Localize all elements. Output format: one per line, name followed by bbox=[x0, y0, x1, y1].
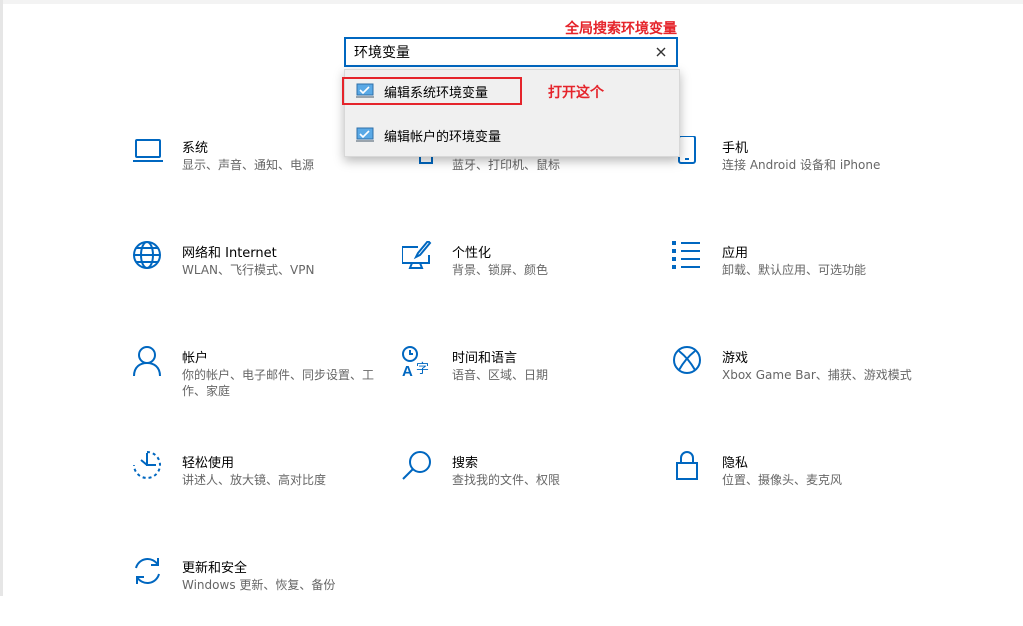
lock-icon bbox=[672, 451, 704, 483]
category-update-security[interactable]: 更新和安全 Windows 更新、恢复、备份 bbox=[132, 556, 382, 626]
close-icon[interactable] bbox=[652, 43, 670, 61]
category-title: 网络和 Internet bbox=[182, 246, 277, 261]
category-description: Xbox Game Bar、捕获、游戏模式 bbox=[722, 368, 912, 382]
category-title: 隐私 bbox=[722, 456, 749, 471]
category-title: 更新和安全 bbox=[182, 561, 248, 576]
category-description: 语音、区域、日期 bbox=[452, 368, 549, 382]
category-description: 背景、锁屏、颜色 bbox=[452, 263, 549, 277]
category-title: 个性化 bbox=[452, 246, 492, 261]
category-privacy[interactable]: 隐私 位置、摄像头、麦克风 bbox=[672, 451, 922, 521]
sync-icon bbox=[132, 556, 164, 588]
category-gaming[interactable]: 游戏 Xbox Game Bar、捕获、游戏模式 bbox=[672, 346, 922, 416]
category-description: Windows 更新、恢复、备份 bbox=[182, 578, 336, 592]
search-icon bbox=[402, 451, 434, 483]
search-result-edit-account-env[interactable]: 编辑帐户的环境变量 bbox=[345, 115, 679, 155]
category-accounts[interactable]: 帐户 你的帐户、电子邮件、同步设置、工作、家庭 bbox=[132, 346, 382, 416]
category-title: 时间和语言 bbox=[452, 351, 518, 366]
highlight-box bbox=[342, 77, 522, 105]
category-description: 蓝牙、打印机、鼠标 bbox=[452, 158, 561, 172]
category-description: 连接 Android 设备和 iPhone bbox=[722, 158, 881, 172]
category-description: 位置、摄像头、麦克风 bbox=[722, 473, 843, 487]
category-title: 搜索 bbox=[452, 456, 479, 471]
category-description: 卸载、默认应用、可选功能 bbox=[722, 263, 867, 277]
category-description: 查找我的文件、权限 bbox=[452, 473, 561, 487]
category-title: 游戏 bbox=[722, 351, 749, 366]
category-phone[interactable]: 手机 连接 Android 设备和 iPhone bbox=[672, 136, 922, 206]
annotation-open-this: 打开这个 bbox=[548, 85, 604, 101]
category-time-language[interactable]: A字 时间和语言 语音、区域、日期 bbox=[402, 346, 652, 416]
apps-list-icon bbox=[672, 241, 704, 273]
category-description: 你的帐户、电子邮件、同步设置、工作、家庭 bbox=[182, 368, 375, 398]
time-language-icon: A字 bbox=[402, 346, 434, 378]
svg-text:A: A bbox=[402, 363, 413, 378]
category-ease-of-access[interactable]: 轻松使用 讲述人、放大镜、高对比度 bbox=[132, 451, 382, 521]
category-description: 显示、声音、通知、电源 bbox=[182, 158, 315, 172]
personalization-icon bbox=[402, 241, 434, 273]
category-title: 轻松使用 bbox=[182, 456, 235, 471]
category-search[interactable]: 搜索 查找我的文件、权限 bbox=[402, 451, 652, 521]
globe-icon bbox=[132, 241, 164, 273]
ease-of-access-icon bbox=[132, 451, 164, 483]
control-panel-icon bbox=[356, 127, 374, 143]
category-title: 帐户 bbox=[182, 351, 209, 366]
svg-text:字: 字 bbox=[416, 362, 429, 377]
xbox-icon bbox=[672, 346, 704, 378]
category-network[interactable]: 网络和 Internet WLAN、飞行模式、VPN bbox=[132, 241, 382, 311]
category-title: 手机 bbox=[722, 141, 749, 156]
category-apps[interactable]: 应用 卸载、默认应用、可选功能 bbox=[672, 241, 922, 311]
category-title: 应用 bbox=[722, 246, 749, 261]
category-title: 系统 bbox=[182, 141, 209, 156]
search-result-label: 编辑帐户的环境变量 bbox=[384, 130, 502, 145]
category-personalization[interactable]: 个性化 背景、锁屏、颜色 bbox=[402, 241, 652, 311]
annotation-global-search: 全局搜索环境变量 bbox=[565, 21, 677, 37]
category-description: WLAN、飞行模式、VPN bbox=[182, 263, 315, 277]
window-top-edge bbox=[0, 0, 1023, 4]
window-left-edge bbox=[0, 0, 3, 596]
search-input[interactable] bbox=[354, 41, 644, 63]
settings-search-box[interactable] bbox=[344, 37, 678, 67]
person-icon bbox=[132, 346, 164, 378]
category-description: 讲述人、放大镜、高对比度 bbox=[182, 473, 327, 487]
laptop-icon bbox=[132, 136, 164, 168]
